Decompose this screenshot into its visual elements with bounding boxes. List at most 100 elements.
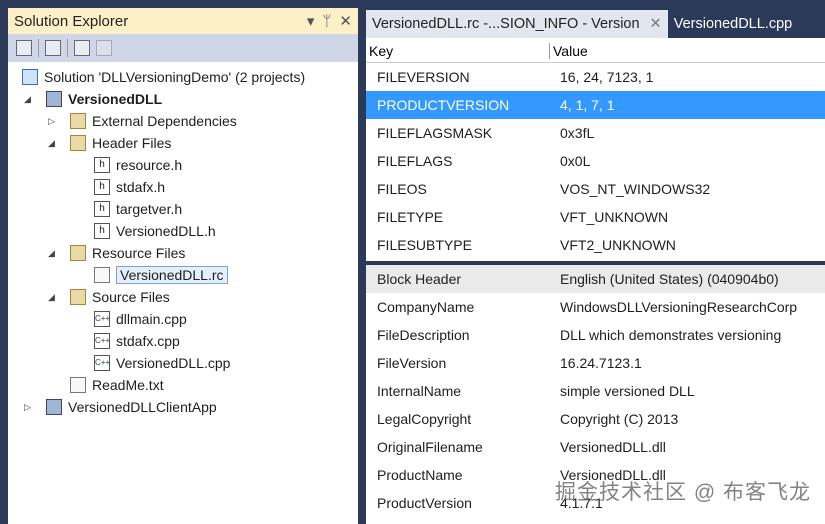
txt-icon bbox=[70, 377, 86, 393]
folder-icon bbox=[70, 113, 86, 129]
tab-version-info[interactable]: VersionedDLL.rc -...SION_INFO - Version ✕ bbox=[366, 10, 668, 38]
table-row[interactable]: CompanyName WindowsDLLVersioningResearchC… bbox=[366, 293, 825, 321]
tree-item[interactable]: C++ VersionedDLL.cpp bbox=[8, 352, 358, 374]
close-icon[interactable]: ✕ bbox=[339, 12, 352, 30]
cpp-icon: C++ bbox=[94, 333, 110, 349]
folder-icon bbox=[70, 245, 86, 261]
tree-item-label: stdafx.cpp bbox=[116, 333, 180, 349]
show-all-files-icon[interactable] bbox=[16, 40, 32, 56]
value-cell: 4, 1, 7, 1 bbox=[560, 97, 615, 113]
key-cell: LegalCopyright bbox=[377, 411, 472, 427]
tree-item-label: Header Files bbox=[92, 135, 172, 151]
key-cell: CompanyName bbox=[377, 299, 475, 315]
panel-title: Solution Explorer bbox=[14, 12, 129, 30]
dropdown-icon[interactable]: ▾ bbox=[307, 12, 315, 30]
properties-icon[interactable] bbox=[74, 40, 90, 56]
tree-item[interactable]: h targetver.h bbox=[8, 198, 358, 220]
tree-item[interactable]: VersionedDLL.rc bbox=[8, 264, 358, 286]
tree-item-label: Source Files bbox=[92, 289, 170, 305]
key-cell: FileDescription bbox=[377, 327, 470, 343]
table-row[interactable]: FILEVERSION 16, 24, 7123, 1 bbox=[366, 63, 825, 91]
tree-item-label: dllmain.cpp bbox=[116, 311, 187, 327]
table-row[interactable]: PRODUCTVERSION 4, 1, 7, 1 bbox=[366, 91, 825, 119]
solution-tree: Solution 'DLLVersioningDemo' (2 projects… bbox=[8, 62, 358, 418]
fixed-info-table: FILEVERSION 16, 24, 7123, 1 PRODUCTVERSION… bbox=[366, 63, 825, 259]
tree-item[interactable]: ▷ VersionedDLLClientApp bbox=[8, 396, 358, 418]
value-cell: VOS_NT_WINDOWS32 bbox=[560, 181, 711, 197]
tree-item-label: VersionedDLL.h bbox=[116, 223, 216, 239]
table-row[interactable]: FileVersion 16.24.7123.1 bbox=[366, 349, 825, 377]
tab-bar: VersionedDLL.rc -...SION_INFO - Version ✕… bbox=[366, 8, 825, 38]
collapse-arrow-icon[interactable]: ◢ bbox=[48, 248, 58, 259]
rc-icon bbox=[94, 267, 110, 283]
toolbar bbox=[8, 34, 358, 62]
table-row[interactable]: FileDescription DLL which demonstrates ve… bbox=[366, 321, 825, 349]
table-row[interactable]: FILESUBTYPE VFT2_UNKNOWN bbox=[366, 231, 825, 259]
key-cell: FILEOS bbox=[377, 181, 427, 197]
table-row[interactable]: Block Header English (United States) (040… bbox=[366, 265, 825, 293]
tree-item[interactable]: ◢ Resource Files bbox=[8, 242, 358, 264]
collapse-arrow-icon[interactable]: ◢ bbox=[48, 138, 58, 149]
project-icon bbox=[46, 91, 62, 107]
tree-item-label: ReadMe.txt bbox=[92, 377, 164, 393]
tree-item[interactable]: C++ dllmain.cpp bbox=[8, 308, 358, 330]
value-cell: VersionedDLL.dll bbox=[560, 439, 666, 455]
cpp-icon: C++ bbox=[94, 311, 110, 327]
tree-item-label: VersionedDLL.cpp bbox=[116, 355, 231, 371]
key-cell: FILESUBTYPE bbox=[377, 237, 472, 253]
value-cell: 0x3fL bbox=[560, 125, 595, 141]
table-row[interactable]: FILETYPE VFT_UNKNOWN bbox=[366, 203, 825, 231]
key-cell: ProductName bbox=[377, 467, 463, 483]
tree-item[interactable]: Solution 'DLLVersioningDemo' (2 projects… bbox=[8, 66, 358, 88]
collapse-arrow-icon[interactable]: ◢ bbox=[48, 292, 58, 303]
tree-item[interactable]: C++ stdafx.cpp bbox=[8, 330, 358, 352]
expand-arrow-icon[interactable]: ▷ bbox=[48, 116, 58, 127]
folder-icon bbox=[70, 289, 86, 305]
key-cell: FILEVERSION bbox=[377, 69, 470, 85]
tree-item-label: Resource Files bbox=[92, 245, 186, 261]
tree-item[interactable]: h stdafx.h bbox=[8, 176, 358, 198]
tree-item[interactable]: ◢ Header Files bbox=[8, 132, 358, 154]
pin-icon[interactable]: ᛘ bbox=[322, 13, 331, 30]
value-cell: 16.24.7123.1 bbox=[560, 355, 642, 371]
value-cell: VFT_UNKNOWN bbox=[560, 209, 669, 225]
collapse-arrow-icon[interactable]: ◢ bbox=[24, 94, 34, 105]
watermark: 掘金技术社区 @ 布客飞龙 bbox=[555, 481, 811, 504]
h-icon: h bbox=[94, 157, 110, 173]
table-row[interactable]: OriginalFilename VersionedDLL.dll bbox=[366, 433, 825, 461]
tree-item[interactable]: ◢ Source Files bbox=[8, 286, 358, 308]
expand-arrow-icon[interactable]: ▷ bbox=[24, 402, 34, 413]
key-cell: FILEFLAGSMASK bbox=[377, 125, 493, 141]
tree-item[interactable]: ◢ VersionedDLL bbox=[8, 88, 358, 110]
class-view-icon[interactable] bbox=[96, 40, 112, 56]
table-row[interactable]: FILEFLAGSMASK 0x3fL bbox=[366, 119, 825, 147]
tree-item[interactable]: ReadMe.txt bbox=[8, 374, 358, 396]
table-row[interactable]: FILEFLAGS 0x0L bbox=[366, 147, 825, 175]
refresh-icon[interactable] bbox=[45, 40, 61, 56]
value-cell: Copyright (C) 2013 bbox=[560, 411, 679, 427]
tree-item[interactable]: ▷ External Dependencies bbox=[8, 110, 358, 132]
key-cell: FileVersion bbox=[377, 355, 447, 371]
table-row[interactable]: InternalName simple versioned DLL bbox=[366, 377, 825, 405]
tree-item-label: targetver.h bbox=[116, 201, 183, 217]
tree-item[interactable]: h resource.h bbox=[8, 154, 358, 176]
value-cell: 0x0L bbox=[560, 153, 591, 169]
key-cell: PRODUCTVERSION bbox=[377, 97, 510, 113]
table-row[interactable]: LegalCopyright Copyright (C) 2013 bbox=[366, 405, 825, 433]
tree-item[interactable]: h VersionedDLL.h bbox=[8, 220, 358, 242]
key-cell: FILEFLAGS bbox=[377, 153, 453, 169]
tree-item-label: VersionedDLLClientApp bbox=[68, 399, 217, 415]
value-cell: simple versioned DLL bbox=[560, 383, 695, 399]
tab-label: VersionedDLL.rc -...SION_INFO - Version bbox=[372, 16, 640, 32]
tree-item-label: resource.h bbox=[116, 157, 183, 173]
value-cell: VFT2_UNKNOWN bbox=[560, 237, 676, 253]
tree-item-label: VersionedDLL bbox=[68, 91, 163, 107]
key-column-header[interactable]: Key bbox=[366, 43, 550, 59]
h-icon: h bbox=[94, 223, 110, 239]
value-cell: DLL which demonstrates versioning bbox=[560, 327, 782, 343]
value-cell: English (United States) (040904b0) bbox=[560, 271, 779, 287]
tab-versioneddll-cpp[interactable]: VersionedDLL.cpp bbox=[668, 10, 799, 38]
table-row[interactable]: FILEOS VOS_NT_WINDOWS32 bbox=[366, 175, 825, 203]
value-column-header[interactable]: Value bbox=[550, 43, 588, 59]
close-tab-icon[interactable]: ✕ bbox=[650, 16, 662, 32]
